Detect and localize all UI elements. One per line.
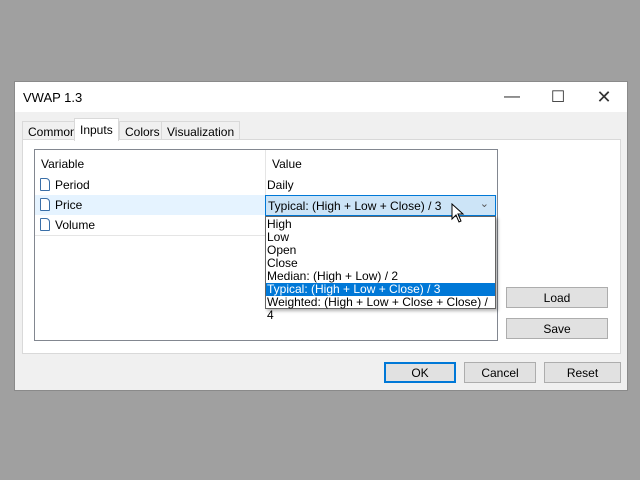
option-weighted[interactable]: Weighted: (High + Low + Close + Close) /…: [266, 296, 495, 322]
document-icon: [40, 218, 50, 231]
tab-colors[interactable]: Colors: [119, 121, 166, 140]
variable-value[interactable]: Daily: [267, 178, 294, 192]
header-variable[interactable]: Variable: [35, 150, 84, 172]
reset-button[interactable]: Reset: [544, 362, 621, 383]
document-icon: [40, 198, 50, 211]
mouse-cursor-icon: [451, 203, 465, 223]
chevron-down-icon[interactable]: ⌄: [480, 197, 489, 210]
ok-button[interactable]: OK: [384, 362, 456, 383]
variable-name: Volume: [55, 218, 96, 232]
minimize-icon[interactable]: —: [489, 82, 535, 112]
table-row[interactable]: Period Daily: [35, 175, 497, 195]
tab-inputs[interactable]: Inputs: [74, 118, 119, 141]
variable-name: Price: [55, 198, 83, 212]
tab-visualization[interactable]: Visualization: [161, 121, 241, 140]
price-options-list: High Low Open Close Median: (High + Low)…: [265, 216, 496, 322]
price-selected-value: Typical: (High + Low + Close) / 3: [268, 199, 442, 213]
header-value[interactable]: Value: [266, 150, 302, 172]
vwap-dialog: VWAP 1.3 — ☐ ✕ Common Inputs Colors Visu…: [14, 81, 628, 391]
document-icon: [40, 178, 50, 191]
row-divider: [35, 235, 266, 236]
title-bar: VWAP 1.3 — ☐ ✕: [15, 82, 627, 112]
window-title: VWAP 1.3: [23, 90, 83, 105]
close-icon[interactable]: ✕: [581, 82, 627, 112]
cancel-button[interactable]: Cancel: [464, 362, 536, 383]
option-open[interactable]: Open: [266, 244, 495, 257]
save-button[interactable]: Save: [506, 318, 608, 339]
maximize-icon[interactable]: ☐: [535, 82, 581, 112]
variable-name: Period: [55, 178, 90, 192]
option-low[interactable]: Low: [266, 231, 495, 244]
load-button[interactable]: Load: [506, 287, 608, 308]
